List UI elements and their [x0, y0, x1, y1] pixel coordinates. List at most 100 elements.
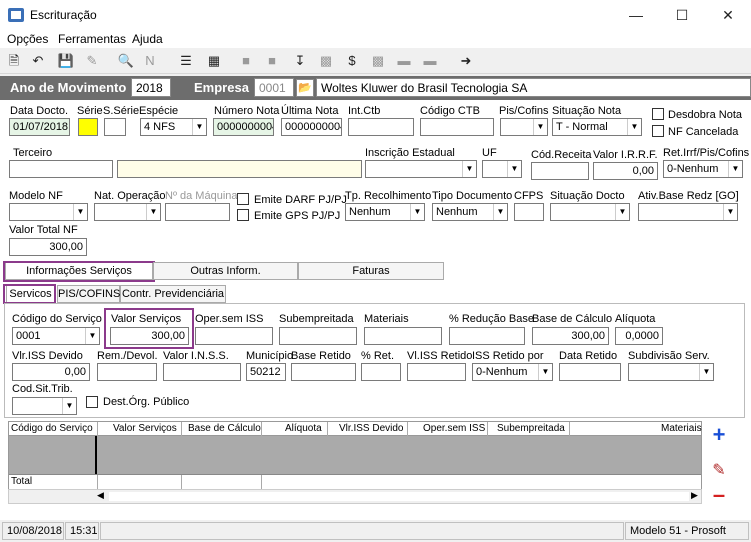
scroll-right-icon[interactable]: ▶: [691, 490, 698, 501]
tab-contr-previdenciaria[interactable]: Contr. Previdenciária: [120, 285, 226, 303]
maximize-button[interactable]: ☐: [659, 0, 705, 30]
ativ-base-select[interactable]: ▼: [638, 203, 738, 221]
grid-col-separator: [261, 422, 262, 436]
exit-icon[interactable]: ➜: [456, 51, 476, 71]
nf-cancelada-checkbox[interactable]: [652, 125, 664, 137]
codigo-ctb-field[interactable]: [420, 118, 494, 136]
base-calculo-field[interactable]: 300,00: [532, 327, 609, 345]
menu-opcoes[interactable]: Opções: [7, 32, 48, 46]
vl-iss-retido-field[interactable]: [407, 363, 466, 381]
cod-sit-trib-select[interactable]: ▼: [12, 397, 77, 415]
tipo-documento-select[interactable]: Nenhum ▼: [432, 203, 508, 221]
new-document-icon[interactable]: 🗎: [4, 51, 24, 71]
folder-open-icon[interactable]: 📂: [296, 79, 314, 97]
building-icon-2[interactable]: ■: [262, 51, 282, 71]
especie-select[interactable]: 4 NFS ▼: [140, 118, 207, 136]
company-code-field[interactable]: 0001: [254, 78, 294, 97]
base-retido-field[interactable]: [291, 363, 356, 381]
oper-sem-iss-field[interactable]: [195, 327, 273, 345]
numero-nota-field[interactable]: 0000000004: [213, 118, 274, 136]
save-icon[interactable]: 💾: [56, 51, 76, 71]
scrollbar-track[interactable]: [109, 492, 689, 501]
grid-col-valor-servicos[interactable]: Valor Serviços: [113, 423, 177, 434]
report-icon[interactable]: ▦: [204, 51, 224, 71]
perc-reducao-field[interactable]: [449, 327, 525, 345]
grid-col-codigo-servico[interactable]: Código do Serviço: [11, 423, 93, 434]
erase-icon[interactable]: ✎: [82, 51, 102, 71]
iss-retido-por-select[interactable]: 0-Nenhum ▼: [472, 363, 553, 381]
grid-col-oper-sem-iss[interactable]: Oper.sem ISS: [423, 423, 485, 434]
download-icon[interactable]: ↧: [290, 51, 310, 71]
municipio-field[interactable]: 50212: [246, 363, 286, 381]
codigo-servico-select[interactable]: 0001 ▼: [12, 327, 100, 345]
modelo-nf-select[interactable]: ▼: [9, 203, 88, 221]
remove-icon[interactable]: –: [708, 484, 730, 506]
serie-field[interactable]: [78, 118, 98, 136]
valor-irrf-field[interactable]: 0,00: [593, 162, 658, 180]
situacao-docto-select[interactable]: ▼: [550, 203, 630, 221]
building-icon[interactable]: ■: [236, 51, 256, 71]
iss-retido-por-label: ISS Retido por: [472, 350, 544, 362]
block-icon[interactable]: ▬: [394, 51, 414, 71]
grid-col-vlr-iss-devido[interactable]: Vlr.ISS Devido: [339, 423, 403, 434]
int-ctb-field[interactable]: [348, 118, 414, 136]
ultima-nota-field[interactable]: 0000000004: [281, 118, 342, 136]
emite-darf-checkbox[interactable]: [237, 193, 249, 205]
rem-devol-field[interactable]: [97, 363, 157, 381]
year-field[interactable]: 2018: [131, 78, 171, 97]
sserie-field[interactable]: [104, 118, 126, 136]
print-preview-icon[interactable]: 🔍: [116, 51, 136, 71]
emite-gps-checkbox[interactable]: [237, 209, 249, 221]
terceiro-code-field[interactable]: [9, 160, 113, 178]
menu-ferramentas[interactable]: Ferramentas: [58, 32, 126, 46]
tab-faturas[interactable]: Faturas: [298, 262, 444, 280]
situacao-nota-select[interactable]: T - Normal ▼: [552, 118, 642, 136]
perc-ret-field[interactable]: [361, 363, 401, 381]
ret-irrf-select[interactable]: 0-Nenhum ▼: [663, 160, 743, 178]
block-icon-2[interactable]: ▬: [420, 51, 440, 71]
close-button[interactable]: ✕: [705, 0, 751, 30]
scroll-left-icon[interactable]: ◀: [97, 490, 104, 501]
status-bar: 10/08/2018 15:31 Modelo 51 - Prosoft: [0, 520, 751, 542]
tab-outras-inform[interactable]: Outras Inform.: [153, 262, 298, 280]
data-docto-field[interactable]: 01/07/2018: [9, 118, 70, 136]
subempreitada-field[interactable]: [279, 327, 357, 345]
no-maquina-field[interactable]: [165, 203, 230, 221]
undo-icon[interactable]: ↶: [28, 51, 48, 71]
valor-inss-field[interactable]: [163, 363, 241, 381]
nat-operacao-select[interactable]: ▼: [94, 203, 161, 221]
valor-total-nf-field[interactable]: 300,00: [9, 238, 87, 256]
vlr-iss-devido-field[interactable]: 0,00: [12, 363, 90, 381]
nfe-icon[interactable]: N: [140, 51, 160, 71]
tp-recolhimento-select[interactable]: Nenhum ▼: [345, 203, 425, 221]
cfps-field[interactable]: [514, 203, 544, 221]
desdobra-nota-checkbox[interactable]: [652, 108, 664, 120]
grid-col-materiais[interactable]: Materiais: [661, 423, 702, 434]
add-icon[interactable]: +: [708, 424, 730, 446]
aliquota-field[interactable]: 0,0000: [615, 327, 663, 345]
grid-col-aliquota[interactable]: Alíquota: [285, 423, 322, 434]
list-icon[interactable]: ☰: [176, 51, 196, 71]
pis-cofins-select[interactable]: ▼: [500, 118, 548, 136]
calculator-icon[interactable]: ▩: [316, 51, 336, 71]
data-retido-field[interactable]: [559, 363, 621, 381]
uf-select[interactable]: ▼: [482, 160, 522, 178]
subdivisao-serv-select[interactable]: ▼: [628, 363, 714, 381]
menu-ajuda[interactable]: Ajuda: [132, 32, 163, 46]
materiais-field[interactable]: [364, 327, 442, 345]
minimize-button[interactable]: —: [613, 0, 659, 30]
especie-label: Espécie: [139, 105, 179, 117]
dest-org-publico-checkbox[interactable]: [86, 396, 98, 408]
grid-col-subempreitada[interactable]: Subempreitada: [497, 423, 565, 434]
data-retido-label: Data Retido: [559, 350, 618, 362]
cod-receita-field[interactable]: [531, 162, 589, 180]
money-bag-icon[interactable]: $: [342, 51, 362, 71]
servicos-grid[interactable]: Código do Serviço Valor Serviços Base de…: [8, 421, 702, 491]
calculator-icon-2[interactable]: ▩: [368, 51, 388, 71]
inscricao-estadual-select[interactable]: ▼: [365, 160, 477, 178]
grid-horizontal-scrollbar[interactable]: ◀ ▶: [8, 489, 702, 504]
tab-pis-cofins[interactable]: PIS/COFINS: [57, 285, 120, 303]
grid-col-base-calculo[interactable]: Base de Cálculo: [188, 423, 261, 434]
edit-icon[interactable]: ✎: [708, 460, 730, 482]
modelo-nf-label: Modelo NF: [9, 190, 63, 202]
